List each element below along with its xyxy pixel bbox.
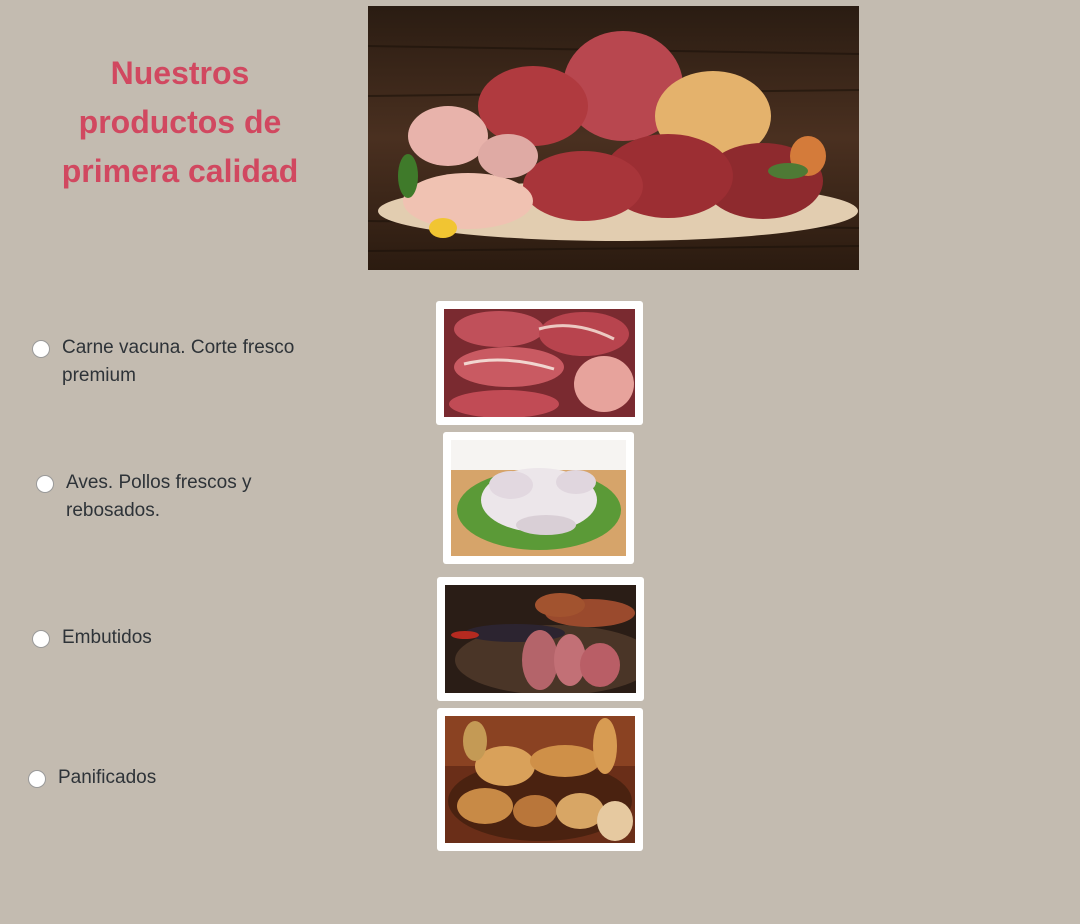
bread-radio[interactable] [28, 770, 46, 788]
sausages-label: Embutidos [62, 627, 152, 648]
option-bread[interactable]: Panificados [28, 767, 318, 792]
option-beef[interactable]: Carne vacuna. Corte fresco premium [32, 337, 322, 390]
poultry-image [443, 432, 634, 564]
hero-image [368, 6, 859, 270]
poultry-label: Aves. Pollos frescos y rebosados. [66, 472, 252, 521]
page-title: Nuestros productos de primera calidad [61, 55, 299, 190]
poultry-radio[interactable] [36, 475, 54, 493]
beef-label: Carne vacuna. Corte fresco premium [62, 337, 295, 386]
beef-image [436, 301, 643, 425]
option-poultry[interactable]: Aves. Pollos frescos y rebosados. [36, 472, 326, 525]
bread-label: Panificados [58, 767, 157, 788]
bread-image [437, 708, 643, 851]
option-sausages[interactable]: Embutidos [32, 627, 322, 652]
sausages-image [437, 577, 644, 701]
sausages-radio[interactable] [32, 630, 50, 648]
beef-radio[interactable] [32, 340, 50, 358]
